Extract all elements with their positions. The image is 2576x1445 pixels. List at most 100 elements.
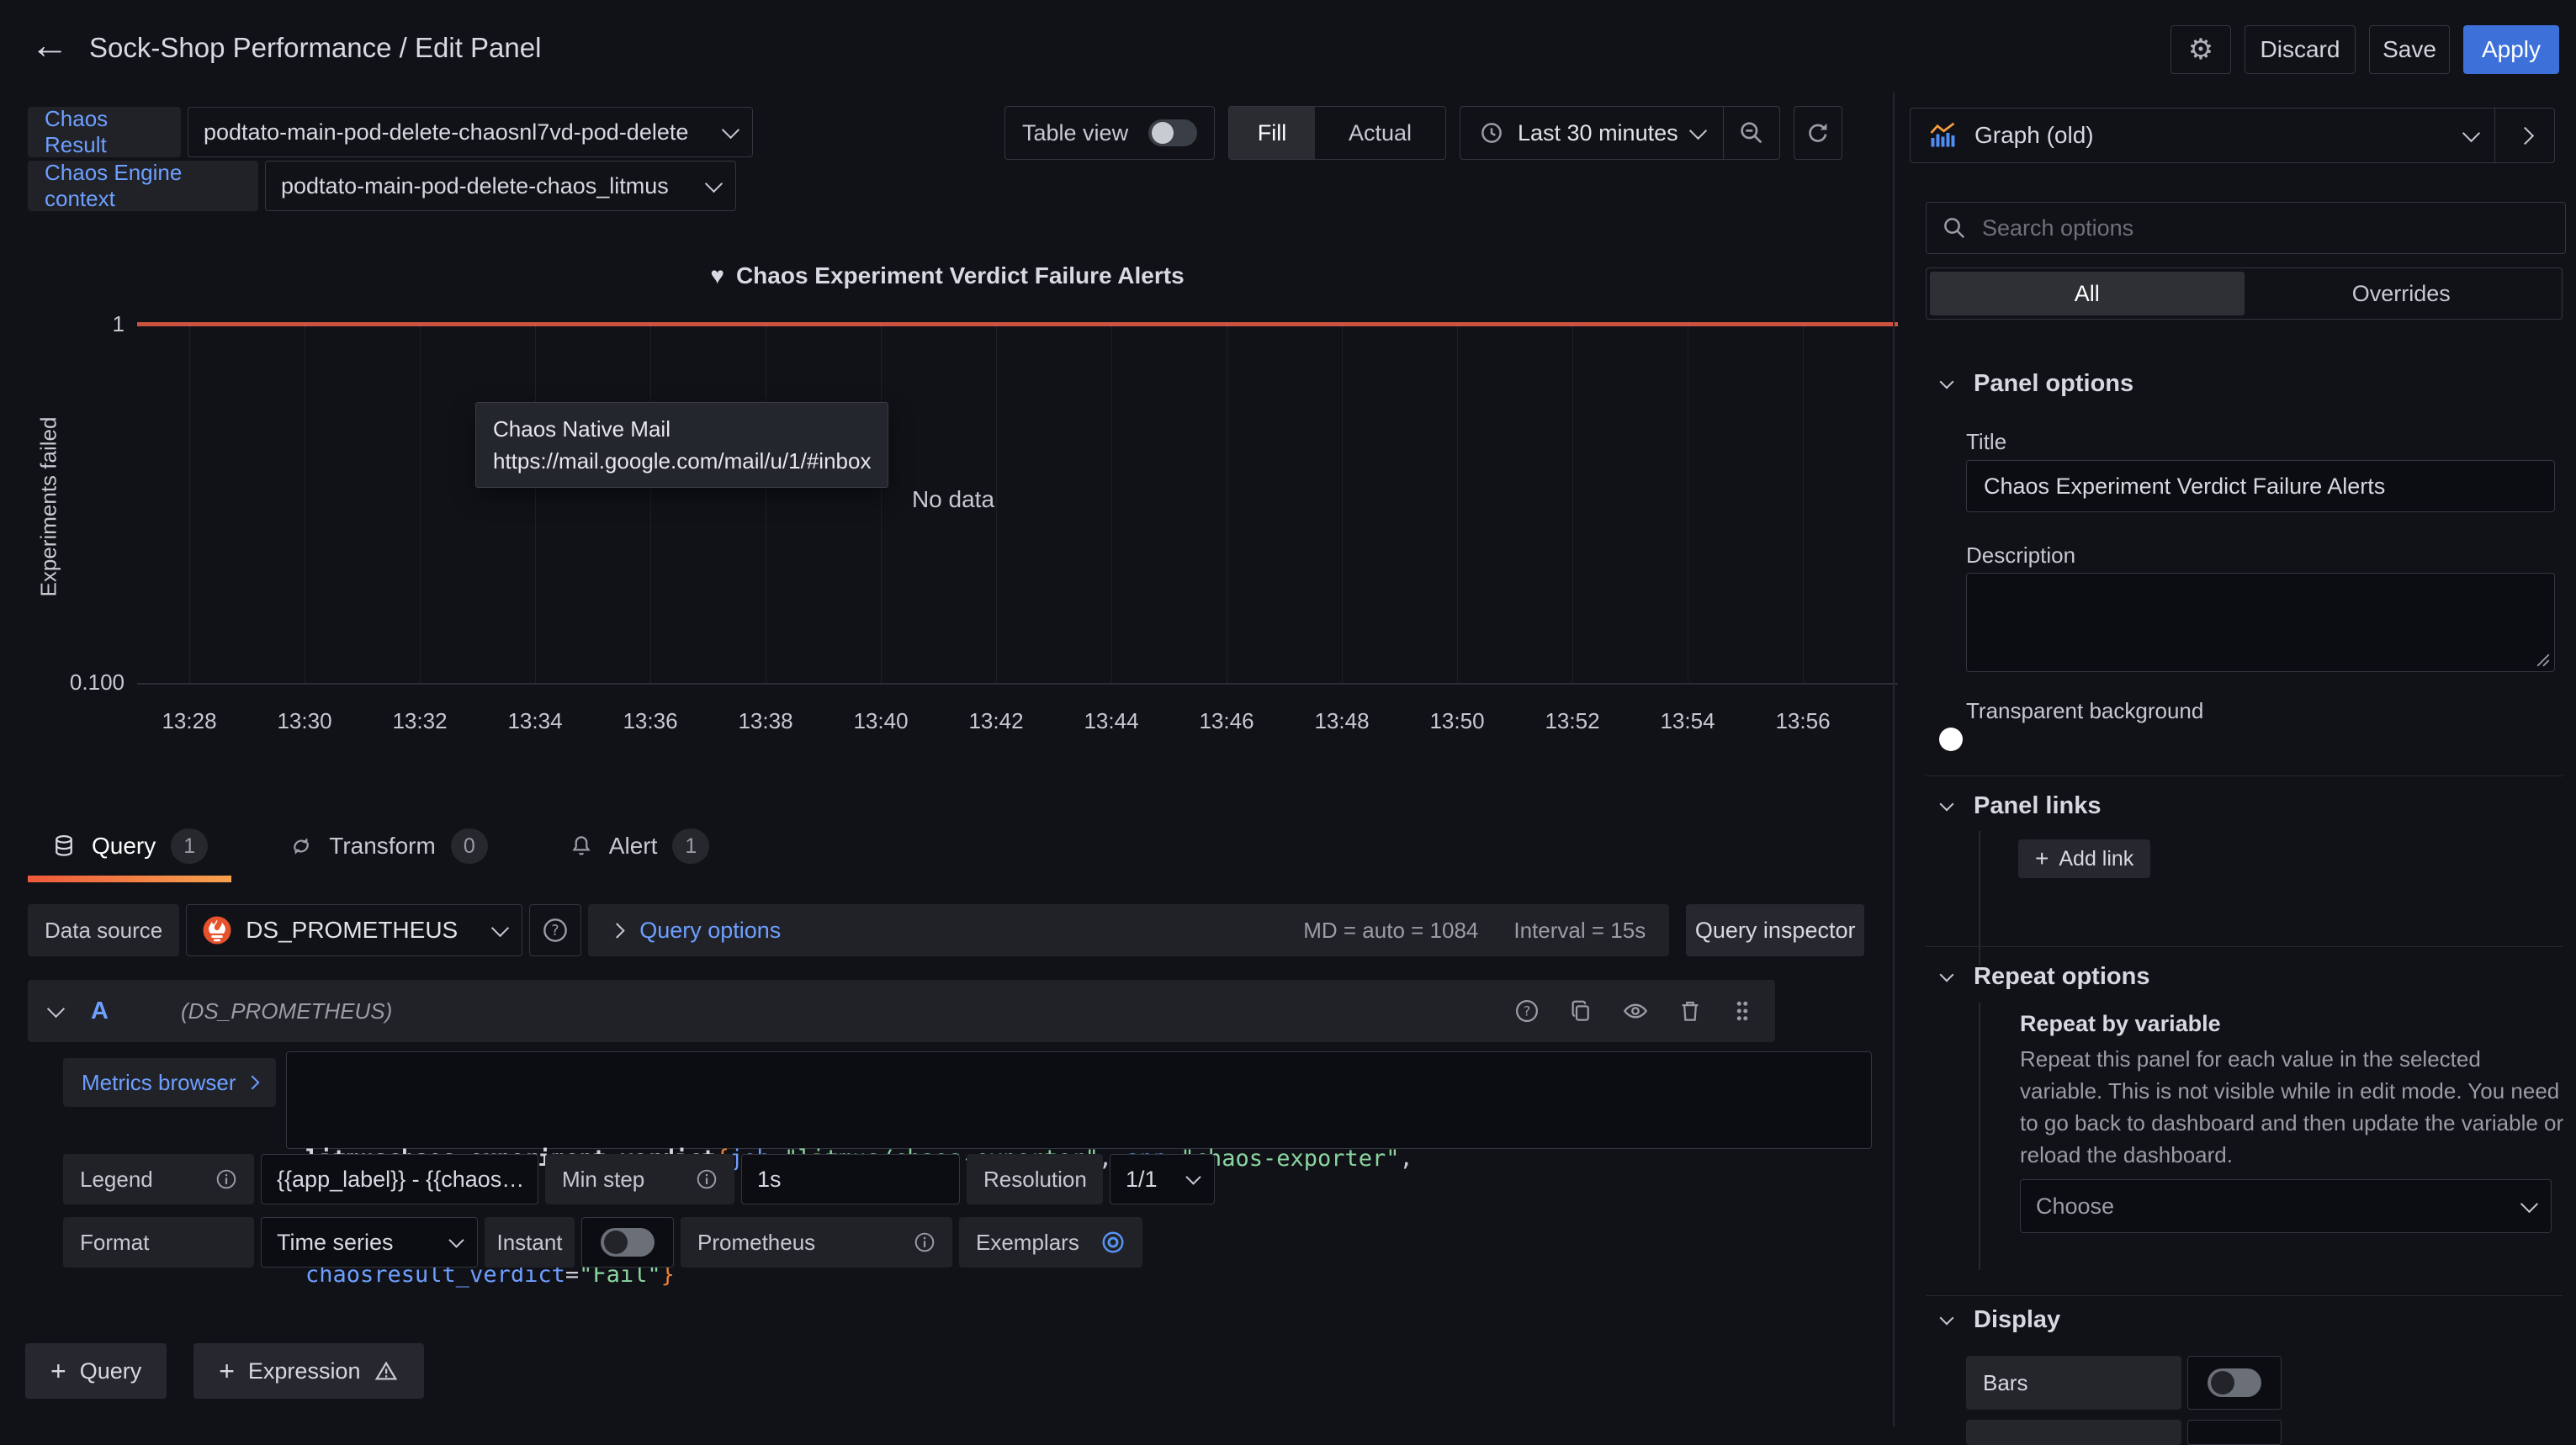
no-data-text: No data bbox=[912, 486, 994, 513]
collapse-chevron-icon[interactable] bbox=[47, 999, 65, 1017]
repeat-by-variable-label: Repeat by variable bbox=[2020, 1011, 2221, 1037]
tab-count-badge: 1 bbox=[672, 828, 709, 864]
x-tick-label: 13:50 bbox=[1429, 708, 1484, 734]
chevron-down-icon bbox=[1940, 967, 1954, 982]
info-icon bbox=[914, 1231, 936, 1253]
panel-description-box bbox=[1966, 573, 2555, 672]
min-step-input[interactable]: 1s bbox=[741, 1154, 960, 1204]
chevron-down-icon bbox=[1940, 1310, 1954, 1325]
panel-title-input[interactable] bbox=[1966, 460, 2555, 512]
gridline bbox=[1457, 324, 1458, 683]
plot-area[interactable] bbox=[137, 324, 1898, 685]
threshold-line bbox=[137, 322, 1898, 326]
main-area: Chaos Result podtato-main-pod-delete-cha… bbox=[0, 93, 1895, 1426]
exemplars-label: Exemplars bbox=[959, 1217, 1142, 1268]
section-panel-links[interactable]: Panel links bbox=[1942, 792, 2102, 820]
x-tick-label: 13:52 bbox=[1545, 708, 1599, 734]
tab-transform[interactable]: Transform 0 bbox=[265, 810, 511, 882]
datasource-value: DS_PROMETHEUS bbox=[246, 917, 458, 944]
instant-toggle[interactable] bbox=[601, 1228, 655, 1257]
section-display[interactable]: Display bbox=[1942, 1306, 2060, 1334]
tab-label: Query bbox=[92, 833, 156, 860]
collapse-options-button[interactable] bbox=[2494, 109, 2554, 162]
chevron-down-icon bbox=[1940, 374, 1954, 389]
add-query-button[interactable]: + Query bbox=[25, 1343, 167, 1399]
drag-handle-icon[interactable] bbox=[1731, 998, 1753, 1024]
x-tick-label: 13:40 bbox=[853, 708, 908, 734]
gear-icon: ⚙ bbox=[2188, 33, 2213, 66]
title-field-label: Title bbox=[1966, 429, 2006, 455]
duplicate-query-icon[interactable] bbox=[1568, 998, 1593, 1024]
save-button[interactable]: Save bbox=[2369, 25, 2450, 74]
query-inspector-button[interactable]: Query inspector bbox=[1686, 904, 1864, 956]
bars-toggle[interactable] bbox=[2208, 1368, 2261, 1397]
search-options-input[interactable] bbox=[1980, 214, 2550, 242]
instant-label: Instant bbox=[485, 1217, 575, 1268]
chevron-down-icon bbox=[491, 918, 509, 936]
filter-tab-overrides[interactable]: Overrides bbox=[2245, 272, 2559, 315]
resolution-select[interactable]: 1/1 bbox=[1110, 1154, 1215, 1204]
chevron-down-icon bbox=[2462, 124, 2480, 141]
gridline bbox=[881, 324, 882, 683]
query-datasource-hint: (DS_PROMETHEUS) bbox=[181, 998, 392, 1024]
app-header: ← Sock-Shop Performance / Edit Panel ⚙ D… bbox=[0, 0, 2576, 94]
toggle-visibility-icon[interactable] bbox=[1622, 998, 1649, 1024]
chevron-right-icon[interactable] bbox=[609, 923, 624, 938]
panel-description-textarea[interactable] bbox=[1967, 574, 2554, 671]
query-help-icon[interactable]: ? bbox=[1514, 998, 1540, 1024]
delete-query-icon[interactable] bbox=[1678, 998, 1703, 1024]
add-link-button[interactable]: + Add link bbox=[2018, 839, 2150, 878]
plus-icon: + bbox=[2035, 845, 2049, 872]
apply-button[interactable]: Apply bbox=[2463, 25, 2559, 74]
gridline bbox=[535, 324, 536, 683]
filter-tab-all[interactable]: All bbox=[1930, 272, 2245, 315]
panel-title: ♥Chaos Experiment Verdict Failure Alerts bbox=[0, 262, 1895, 289]
datasource-help-button[interactable]: ? bbox=[529, 904, 581, 956]
discard-button[interactable]: Discard bbox=[2245, 25, 2356, 74]
legend-input[interactable]: {{app_label}} - {{chaos… bbox=[261, 1154, 538, 1204]
transparent-bg-label: Transparent background bbox=[1966, 698, 2203, 724]
gridline bbox=[420, 324, 421, 683]
x-tick-label: 13:36 bbox=[623, 708, 677, 734]
tab-alert[interactable]: Alert 1 bbox=[545, 810, 734, 882]
section-repeat-options[interactable]: Repeat options bbox=[1942, 963, 2149, 991]
section-panel-options[interactable]: Panel options bbox=[1942, 370, 2133, 398]
chevron-right-icon bbox=[2515, 126, 2533, 144]
query-options-link[interactable]: Query options bbox=[639, 918, 781, 944]
clipped-option-toggle-box bbox=[2187, 1420, 2282, 1445]
tab-count-badge: 1 bbox=[171, 828, 208, 864]
metrics-browser-button[interactable]: Metrics browser bbox=[63, 1058, 276, 1107]
resize-handle-icon[interactable] bbox=[2536, 653, 2551, 668]
description-field-label: Description bbox=[1966, 543, 2075, 569]
tab-label: Transform bbox=[329, 833, 436, 860]
tab-query[interactable]: Query 1 bbox=[28, 810, 231, 882]
resolution-label: Resolution bbox=[967, 1154, 1103, 1204]
back-arrow-icon: ← bbox=[30, 23, 69, 66]
chevron-down-icon bbox=[448, 1232, 464, 1247]
warning-icon bbox=[374, 1358, 399, 1384]
repeat-variable-select[interactable]: Choose bbox=[2020, 1179, 2552, 1233]
add-expression-button[interactable]: + Expression bbox=[193, 1343, 424, 1399]
query-options-bar: Query options MD = auto = 1084 Interval … bbox=[588, 904, 1669, 956]
x-tick-label: 13:48 bbox=[1314, 708, 1369, 734]
search-options-box[interactable] bbox=[1926, 202, 2566, 254]
search-icon bbox=[1942, 215, 1967, 241]
gridline bbox=[1572, 324, 1573, 683]
back-button[interactable]: ← bbox=[30, 22, 69, 67]
gridline bbox=[1342, 324, 1343, 683]
datasource-picker[interactable]: DS_PROMETHEUS bbox=[186, 904, 522, 956]
options-sidebar: Graph (old) All Overrides Panel options … bbox=[1895, 93, 2576, 1426]
visualization-picker[interactable]: Graph (old) bbox=[1910, 108, 2555, 163]
promql-editor[interactable]: litmuschaos_experiment_verdict{job="litm… bbox=[286, 1051, 1872, 1149]
svg-text:?: ? bbox=[1524, 1003, 1531, 1019]
exemplars-icon[interactable] bbox=[1100, 1230, 1126, 1255]
prometheus-type-label: Prometheus bbox=[681, 1217, 952, 1268]
x-tick-label: 13:44 bbox=[1084, 708, 1138, 734]
chevron-right-icon bbox=[246, 1076, 260, 1090]
query-row-header[interactable]: A (DS_PROMETHEUS) ? bbox=[28, 980, 1775, 1042]
format-select[interactable]: Time series bbox=[261, 1217, 478, 1268]
visualization-name: Graph (old) bbox=[1974, 122, 2094, 149]
chevron-down-icon bbox=[1940, 797, 1954, 811]
tooltip-link[interactable]: https://mail.google.com/mail/u/1/#inbox bbox=[493, 445, 871, 477]
panel-settings-button[interactable]: ⚙ bbox=[2171, 25, 2231, 74]
